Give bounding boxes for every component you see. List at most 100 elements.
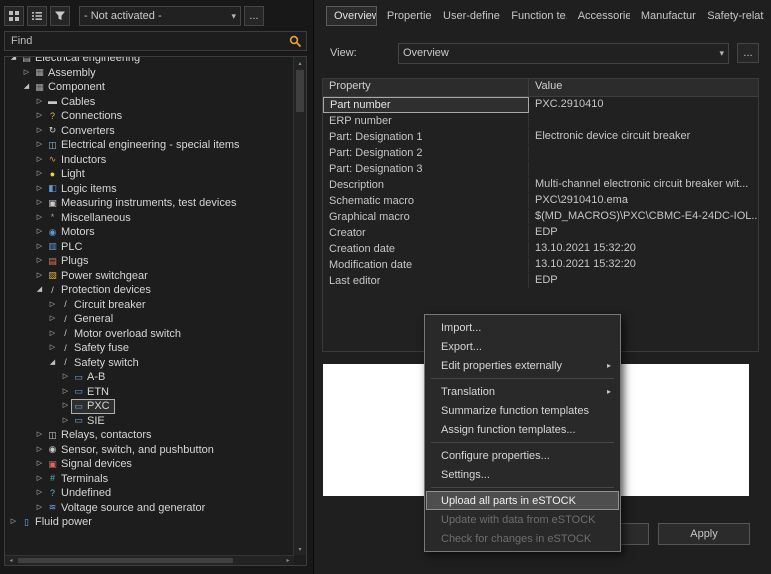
property-row[interactable]: Part number PXC.2910410 — [323, 97, 758, 113]
scroll-right-icon[interactable] — [282, 556, 294, 565]
tree-item[interactable]: ◉ Motors — [5, 225, 293, 240]
tree-expander-icon[interactable] — [21, 80, 32, 94]
tree-item[interactable]: ◫ Relays, contactors — [5, 428, 293, 443]
tree-expander-icon[interactable] — [34, 283, 45, 297]
tab[interactable]: Safety-relat... — [699, 6, 765, 26]
context-menu-item[interactable]: Upload all parts in eSTOCK — [426, 491, 619, 510]
tab[interactable]: Overview — [326, 6, 377, 26]
tree-expander-icon[interactable] — [60, 370, 71, 384]
context-menu-item[interactable]: Summarize function templates — [426, 401, 619, 420]
tree-item[interactable]: / Circuit breaker — [5, 298, 293, 313]
filter-more-button[interactable]: ... — [244, 6, 264, 26]
tree-item[interactable]: ≋ Voltage source and generator — [5, 501, 293, 516]
scroll-down-icon[interactable] — [294, 543, 306, 555]
tree-expander-icon[interactable] — [60, 414, 71, 428]
tree-item[interactable]: ▦ Component — [5, 80, 293, 95]
tab[interactable]: Manufactur... — [633, 6, 697, 26]
tab[interactable]: Properties — [379, 6, 433, 26]
property-row[interactable]: Graphical macro $(MD_MACROS)\PXC\CBMC-E4… — [323, 209, 758, 225]
tree-expander-icon[interactable] — [47, 312, 58, 326]
tree-expander-icon[interactable] — [34, 443, 45, 457]
property-row[interactable]: Creation date 13.10.2021 15:32:20 — [323, 241, 758, 257]
view-more-button[interactable]: ... — [737, 43, 759, 63]
tree-expander-icon[interactable] — [34, 211, 45, 225]
scroll-left-icon[interactable] — [5, 556, 17, 565]
tree-item[interactable]: ● Light — [5, 167, 293, 182]
property-row[interactable]: Creator EDP — [323, 225, 758, 241]
tree-item[interactable]: ◉ Sensor, switch, and pushbutton — [5, 443, 293, 458]
tree-item[interactable]: ? Connections — [5, 109, 293, 124]
tree-item[interactable]: ∿ Inductors — [5, 153, 293, 168]
context-menu-item[interactable]: Import... — [426, 318, 619, 337]
tree-vertical-scrollbar[interactable] — [293, 57, 306, 555]
tree-expander-icon[interactable] — [8, 515, 19, 529]
tree-expander-icon[interactable] — [60, 385, 71, 399]
tree-expander-icon[interactable] — [34, 95, 45, 109]
tree-view-button[interactable] — [4, 6, 24, 26]
tree-item[interactable]: ▤ Electrical engineering — [5, 57, 293, 66]
context-menu-item[interactable]: Assign function templates... — [426, 420, 619, 439]
property-row[interactable]: Part: Designation 1 Electronic device ci… — [323, 129, 758, 145]
tree-item[interactable]: ◧ Logic items — [5, 182, 293, 197]
tree-item[interactable]: ▣ Measuring instruments, test devices — [5, 196, 293, 211]
tree-item[interactable]: / Safety switch — [5, 356, 293, 371]
tree-expander-icon[interactable] — [34, 269, 45, 283]
tree-expander-icon[interactable] — [34, 428, 45, 442]
tree-item[interactable]: ▭ SIE — [5, 414, 293, 429]
property-row[interactable]: Modification date 13.10.2021 15:32:20 — [323, 257, 758, 273]
list-view-button[interactable] — [27, 6, 47, 26]
tree-expander-icon[interactable] — [34, 457, 45, 471]
tree-expander-icon[interactable] — [47, 327, 58, 341]
scroll-up-icon[interactable] — [294, 57, 306, 69]
tree-expander-icon[interactable] — [34, 254, 45, 268]
tree-expander-icon[interactable] — [34, 472, 45, 486]
property-row[interactable]: ERP number — [323, 113, 758, 129]
tab[interactable]: Accessories — [570, 6, 631, 26]
property-row[interactable]: Description Multi-channel electronic cir… — [323, 177, 758, 193]
tree-expander-icon[interactable] — [34, 153, 45, 167]
tree-expander-icon[interactable] — [34, 167, 45, 181]
tree-item[interactable]: # Terminals — [5, 472, 293, 487]
tree-item[interactable]: ? Undefined — [5, 486, 293, 501]
context-menu-item[interactable]: Translation — [426, 382, 619, 401]
view-dropdown[interactable]: Overview — [398, 43, 729, 64]
tree-expander-icon[interactable] — [34, 225, 45, 239]
vertical-scroll-thumb[interactable] — [296, 70, 304, 112]
tree-expander-icon[interactable] — [47, 356, 58, 370]
tree-item[interactable]: ▣ Signal devices — [5, 457, 293, 472]
tree-expander-icon[interactable] — [47, 298, 58, 312]
tree-item[interactable]: ▯ Fluid power — [5, 515, 293, 530]
tab[interactable]: Function te... — [503, 6, 567, 26]
tree-item[interactable]: ◫ Electrical engineering - special items — [5, 138, 293, 153]
tree-expander-icon[interactable] — [34, 109, 45, 123]
property-row[interactable]: Part: Designation 2 — [323, 145, 758, 161]
tree-expander-icon[interactable] — [21, 66, 32, 80]
filter-button[interactable] — [50, 6, 70, 26]
tree-expander-icon[interactable] — [34, 138, 45, 152]
apply-button[interactable]: Apply — [658, 523, 750, 545]
tree-item[interactable]: / Safety fuse — [5, 341, 293, 356]
tree-item[interactable]: ▤ Plugs — [5, 254, 293, 269]
tree-item[interactable]: ▭ ETN — [5, 385, 293, 400]
tree-item[interactable]: / Protection devices — [5, 283, 293, 298]
tree-expander-icon[interactable] — [8, 57, 19, 65]
tree-item[interactable]: / Motor overload switch — [5, 327, 293, 342]
tree-horizontal-scrollbar[interactable] — [5, 555, 294, 565]
tree-expander-icon[interactable] — [34, 486, 45, 500]
tree-expander-icon[interactable] — [34, 501, 45, 515]
property-row[interactable]: Schematic macro PXC\2910410.ema — [323, 193, 758, 209]
context-menu-item[interactable]: Export... — [426, 337, 619, 356]
tree-expander-icon[interactable] — [34, 182, 45, 196]
find-input[interactable] — [4, 31, 307, 51]
tree-expander-icon[interactable] — [34, 240, 45, 254]
context-menu-item[interactable]: Configure properties... — [426, 446, 619, 465]
tree-item[interactable]: ▭ PXC — [5, 399, 293, 414]
property-row[interactable]: Last editor EDP — [323, 273, 758, 289]
tree-expander-icon[interactable] — [60, 399, 71, 413]
tree-expander-icon[interactable] — [47, 341, 58, 355]
tree-item[interactable]: ↻ Converters — [5, 124, 293, 139]
tab[interactable]: User-define... — [435, 6, 501, 26]
tree-expander-icon[interactable] — [34, 124, 45, 138]
context-menu-item[interactable]: Edit properties externally — [426, 356, 619, 375]
tree-item[interactable]: / General — [5, 312, 293, 327]
